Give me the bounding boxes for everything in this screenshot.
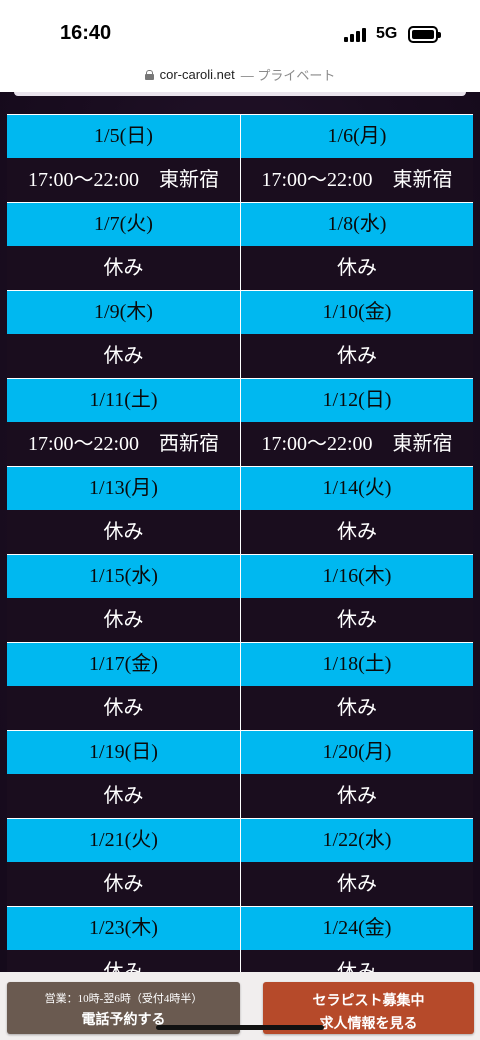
schedule-info-row: 休み休み	[7, 774, 473, 818]
status-time: 16:40	[60, 22, 112, 44]
schedule-info-row: 休み休み	[7, 510, 473, 554]
schedule-date-cell: 1/16(木)	[240, 555, 473, 598]
schedule-info-row: 休み休み	[7, 334, 473, 378]
schedule-date-cell: 1/21(火)	[7, 819, 240, 862]
schedule-info-row: 17:00〜22:00 東新宿 17:00〜22:00 東新宿	[7, 158, 473, 202]
schedule-date-cell: 1/19(日)	[7, 731, 240, 774]
schedule-date-cell: 1/14(火)	[240, 467, 473, 510]
schedule-date-row: 1/5(日) 1/6(月)	[7, 114, 473, 158]
schedule-shift-cell: 休み	[7, 510, 240, 554]
schedule-date-row: 1/15(水) 1/16(木)	[7, 554, 473, 598]
url-private-label: — プライベート	[240, 68, 336, 83]
schedule-shift-cell: 休み	[240, 862, 473, 906]
schedule-info-row: 休み休み	[7, 862, 473, 906]
schedule-date-cell: 1/22(水)	[240, 819, 473, 862]
network-type: 5G	[376, 25, 398, 42]
schedule-shift-cell: 休み	[7, 598, 240, 642]
schedule-shift-cell: 休み	[240, 510, 473, 554]
schedule-date-cell: 1/23(木)	[7, 907, 240, 950]
schedule-date-cell: 1/15(水)	[7, 555, 240, 598]
schedule-shift-cell: 休み	[240, 246, 473, 290]
schedule-shift-cell: 休み	[240, 686, 473, 730]
schedule-shift-cell: 休み	[7, 774, 240, 818]
schedule-date-cell: 1/9(木)	[7, 291, 240, 334]
schedule-date-cell: 1/13(月)	[7, 467, 240, 510]
schedule-date-cell: 1/5(日)	[7, 115, 240, 158]
recruit-button-line1: セラピスト募集中	[312, 994, 425, 1009]
schedule-shift-cell: 17:00〜22:00 西新宿	[7, 422, 240, 466]
schedule-date-row: 1/23(木) 1/24(金)	[7, 906, 473, 950]
schedule-shift-cell: 17:00〜22:00 東新宿	[240, 422, 473, 466]
url-domain: cor-caroli.net	[159, 67, 235, 82]
content-top-edge	[14, 92, 466, 96]
schedule-date-cell: 1/8(水)	[240, 203, 473, 246]
recruit-button-line2: 求人情報を見る	[319, 1017, 418, 1032]
page-content: 1/5(日) 1/6(月) 17:00〜22:00 東新宿 17:00〜22:00 東…	[0, 92, 480, 1040]
schedule-date-row: 1/7(火) 1/8(水)	[7, 202, 473, 246]
schedule-info-row: 休み休み	[7, 246, 473, 290]
schedule-date-cell: 1/12(日)	[240, 379, 473, 422]
schedule-date-cell: 1/17(金)	[7, 643, 240, 686]
battery-icon	[408, 26, 441, 43]
schedule-date-row: 1/13(月) 1/14(火)	[7, 466, 473, 510]
business-hours: 営業：10時-翌6時（受付4時半）	[44, 993, 203, 1005]
schedule-date-cell: 1/20(月)	[240, 731, 473, 774]
schedule-shift-cell: 休み	[240, 598, 473, 642]
schedule-info-row: 休み休み	[7, 598, 473, 642]
schedule-date-cell: 1/6(月)	[240, 115, 473, 158]
schedule-date-row: 1/11(土) 1/12(日)	[7, 378, 473, 422]
status-bar: 16:40 5G	[0, 0, 480, 62]
schedule-shift-cell: 17:00〜22:00 東新宿	[7, 158, 240, 202]
schedule-table: 1/5(日) 1/6(月) 17:00〜22:00 東新宿 17:00〜22:00 東…	[7, 114, 473, 994]
schedule-date-cell: 1/10(金)	[240, 291, 473, 334]
home-indicator[interactable]	[156, 1025, 324, 1030]
signal-bars-icon	[344, 28, 370, 42]
schedule-date-cell: 1/18(土)	[240, 643, 473, 686]
schedule-shift-cell: 休み	[7, 862, 240, 906]
schedule-shift-cell: 休み	[240, 774, 473, 818]
schedule-date-row: 1/21(火) 1/22(水)	[7, 818, 473, 862]
url-bar[interactable]: cor-caroli.net — プライベート	[0, 62, 480, 92]
schedule-date-cell: 1/24(金)	[240, 907, 473, 950]
schedule-date-row: 1/19(日) 1/20(月)	[7, 730, 473, 774]
schedule-shift-cell: 休み	[7, 246, 240, 290]
lock-icon	[144, 69, 154, 80]
schedule-date-cell: 1/7(火)	[7, 203, 240, 246]
schedule-shift-cell: 休み	[7, 686, 240, 730]
schedule-info-row: 17:00〜22:00 西新宿 17:00〜22:00 東新宿	[7, 422, 473, 466]
schedule-date-cell: 1/11(土)	[7, 379, 240, 422]
schedule-date-row: 1/17(金) 1/18(土)	[7, 642, 473, 686]
schedule-shift-cell: 休み	[7, 334, 240, 378]
schedule-date-row: 1/9(木) 1/10(金)	[7, 290, 473, 334]
schedule-shift-cell: 休み	[240, 334, 473, 378]
schedule-shift-cell: 17:00〜22:00 東新宿	[240, 158, 473, 202]
schedule-info-row: 休み休み	[7, 686, 473, 730]
